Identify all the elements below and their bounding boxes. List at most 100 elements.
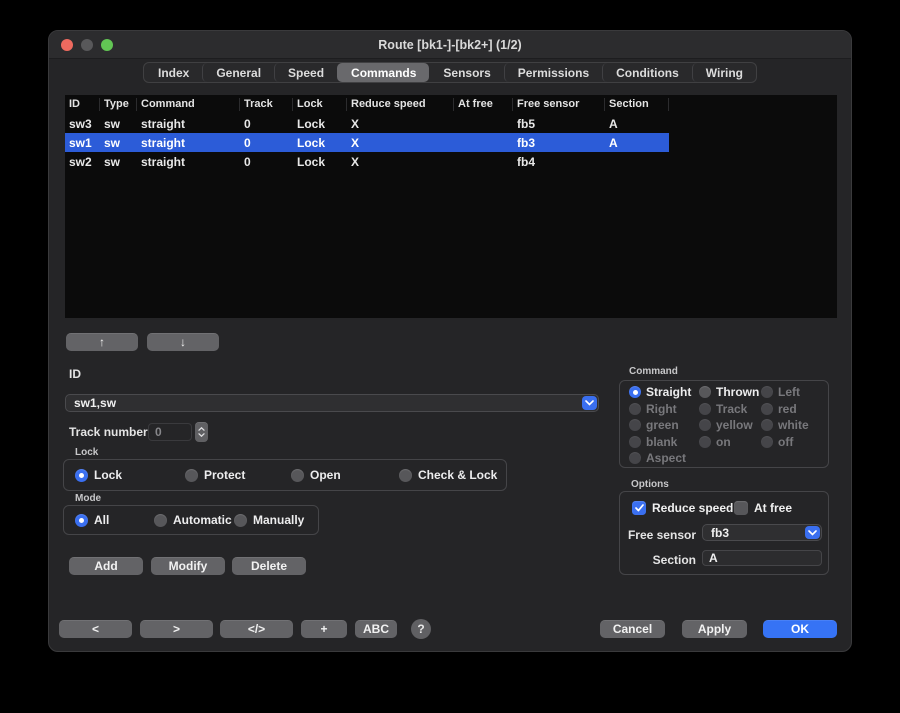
radio-yellow: yellow	[699, 418, 761, 432]
track-number-field[interactable]: 0	[148, 423, 192, 441]
radio-label: Lock	[94, 468, 122, 482]
section-field[interactable]: A	[702, 550, 822, 566]
radio-all[interactable]: All	[75, 513, 154, 527]
cell: A	[605, 117, 669, 131]
options-group-caption: Options	[631, 479, 669, 490]
arrow-up-icon: ↑	[99, 335, 105, 349]
xml-button[interactable]: </>	[220, 620, 293, 638]
delete-button[interactable]: Delete	[232, 557, 306, 575]
tab-wiring[interactable]: Wiring	[692, 63, 756, 82]
radio-straight[interactable]: Straight	[629, 385, 699, 399]
radio-icon	[291, 469, 304, 482]
track-number-label: Track number	[69, 425, 148, 439]
track-number-stepper[interactable]	[195, 422, 208, 442]
col-id[interactable]: ID	[65, 98, 100, 111]
table-row[interactable]: sw2 sw straight 0 Lock X fb4	[65, 152, 669, 171]
checkbox-label: Reduce speed	[652, 501, 733, 515]
minimize-icon[interactable]	[81, 39, 93, 51]
next-button[interactable]: >	[140, 620, 213, 638]
col-command[interactable]: Command	[137, 98, 240, 111]
col-section[interactable]: Section	[605, 98, 669, 111]
radio-icon	[629, 386, 641, 398]
mode-group-caption: Mode	[75, 493, 101, 504]
radio-label: white	[778, 418, 809, 432]
radio-off: off	[761, 435, 831, 449]
add-button[interactable]: Add	[69, 557, 143, 575]
reduce-speed-checkbox[interactable]: Reduce speed	[632, 501, 733, 515]
cell: sw1	[65, 136, 100, 150]
col-track[interactable]: Track	[240, 98, 293, 111]
col-reduce-speed[interactable]: Reduce speed	[347, 98, 454, 111]
cell: 0	[240, 155, 293, 169]
cell: fb4	[513, 155, 605, 169]
col-type[interactable]: Type	[100, 98, 137, 111]
radio-automatic[interactable]: Automatic	[154, 513, 234, 527]
cancel-button[interactable]: Cancel	[600, 620, 665, 638]
tab-sensors[interactable]: Sensors	[429, 63, 503, 82]
chevron-down-icon[interactable]	[805, 526, 820, 539]
radio-icon	[699, 436, 711, 448]
chevron-down-icon[interactable]	[582, 396, 597, 410]
window-title: Route [bk1-]-[bk2+] (1/2)	[49, 31, 851, 59]
tab-general[interactable]: General	[202, 63, 274, 82]
question-mark-icon: ?	[417, 622, 424, 636]
radio-white: white	[761, 418, 831, 432]
titlebar[interactable]: Route [bk1-]-[bk2+] (1/2)	[49, 31, 851, 59]
ok-button[interactable]: OK	[763, 620, 837, 638]
cell: fb5	[513, 117, 605, 131]
cell: 0	[240, 136, 293, 150]
radio-icon	[629, 436, 641, 448]
table-row[interactable]: sw3 sw straight 0 Lock X fb5 A	[65, 114, 669, 133]
radio-label: yellow	[716, 418, 753, 432]
tab-index[interactable]: Index	[144, 63, 202, 82]
tab-permissions[interactable]: Permissions	[504, 63, 602, 82]
radio-label: All	[94, 513, 109, 527]
radio-manually[interactable]: Manually	[234, 513, 304, 527]
close-icon[interactable]	[61, 39, 73, 51]
table-row-selected[interactable]: sw1 sw straight 0 Lock X fb3 A	[65, 133, 669, 152]
col-lock[interactable]: Lock	[293, 98, 347, 111]
cancel-button-label: Cancel	[613, 622, 652, 636]
radio-label: Manually	[253, 513, 304, 527]
tab-speed[interactable]: Speed	[274, 63, 337, 82]
radio-label: Left	[778, 385, 800, 399]
modify-button[interactable]: Modify	[151, 557, 225, 575]
radio-label: Protect	[204, 468, 245, 482]
tab-commands[interactable]: Commands	[337, 63, 429, 82]
radio-blank: blank	[629, 435, 699, 449]
track-number-value: 0	[155, 425, 162, 439]
radio-check-and-lock[interactable]: Check & Lock	[399, 468, 497, 482]
abc-button[interactable]: ABC	[355, 620, 397, 638]
radio-icon	[154, 514, 167, 527]
cell: sw	[100, 136, 137, 150]
tab-conditions[interactable]: Conditions	[602, 63, 692, 82]
id-combobox[interactable]: sw1,sw	[65, 394, 599, 412]
radio-protect[interactable]: Protect	[185, 468, 291, 482]
move-down-button[interactable]: ↓	[147, 333, 219, 351]
zoom-icon[interactable]	[101, 39, 113, 51]
add-button-label: Add	[94, 559, 117, 573]
col-free-sensor[interactable]: Free sensor	[513, 98, 605, 111]
radio-open[interactable]: Open	[291, 468, 399, 482]
radio-label: on	[716, 435, 731, 449]
apply-button[interactable]: Apply	[682, 620, 747, 638]
stepper-up-icon	[198, 427, 205, 431]
plus-button-label: +	[320, 622, 327, 636]
radio-label: Straight	[646, 385, 691, 399]
section-label: Section	[620, 553, 696, 567]
move-up-button[interactable]: ↑	[66, 333, 138, 351]
traffic-lights	[61, 39, 113, 51]
help-button[interactable]: ?	[411, 619, 431, 639]
radio-lock[interactable]: Lock	[75, 468, 185, 482]
radio-label: Automatic	[173, 513, 232, 527]
lock-group-caption: Lock	[75, 447, 98, 458]
table-header: ID Type Command Track Lock Reduce speed …	[65, 95, 669, 114]
free-sensor-combobox[interactable]: fb3	[702, 524, 822, 541]
abc-button-label: ABC	[363, 622, 389, 636]
plus-button[interactable]: +	[301, 620, 347, 638]
radio-thrown[interactable]: Thrown	[699, 385, 761, 399]
radio-label: Check & Lock	[418, 468, 497, 482]
prev-button[interactable]: <	[59, 620, 132, 638]
col-at-free[interactable]: At free	[454, 98, 513, 111]
at-free-checkbox[interactable]: At free	[734, 501, 792, 515]
